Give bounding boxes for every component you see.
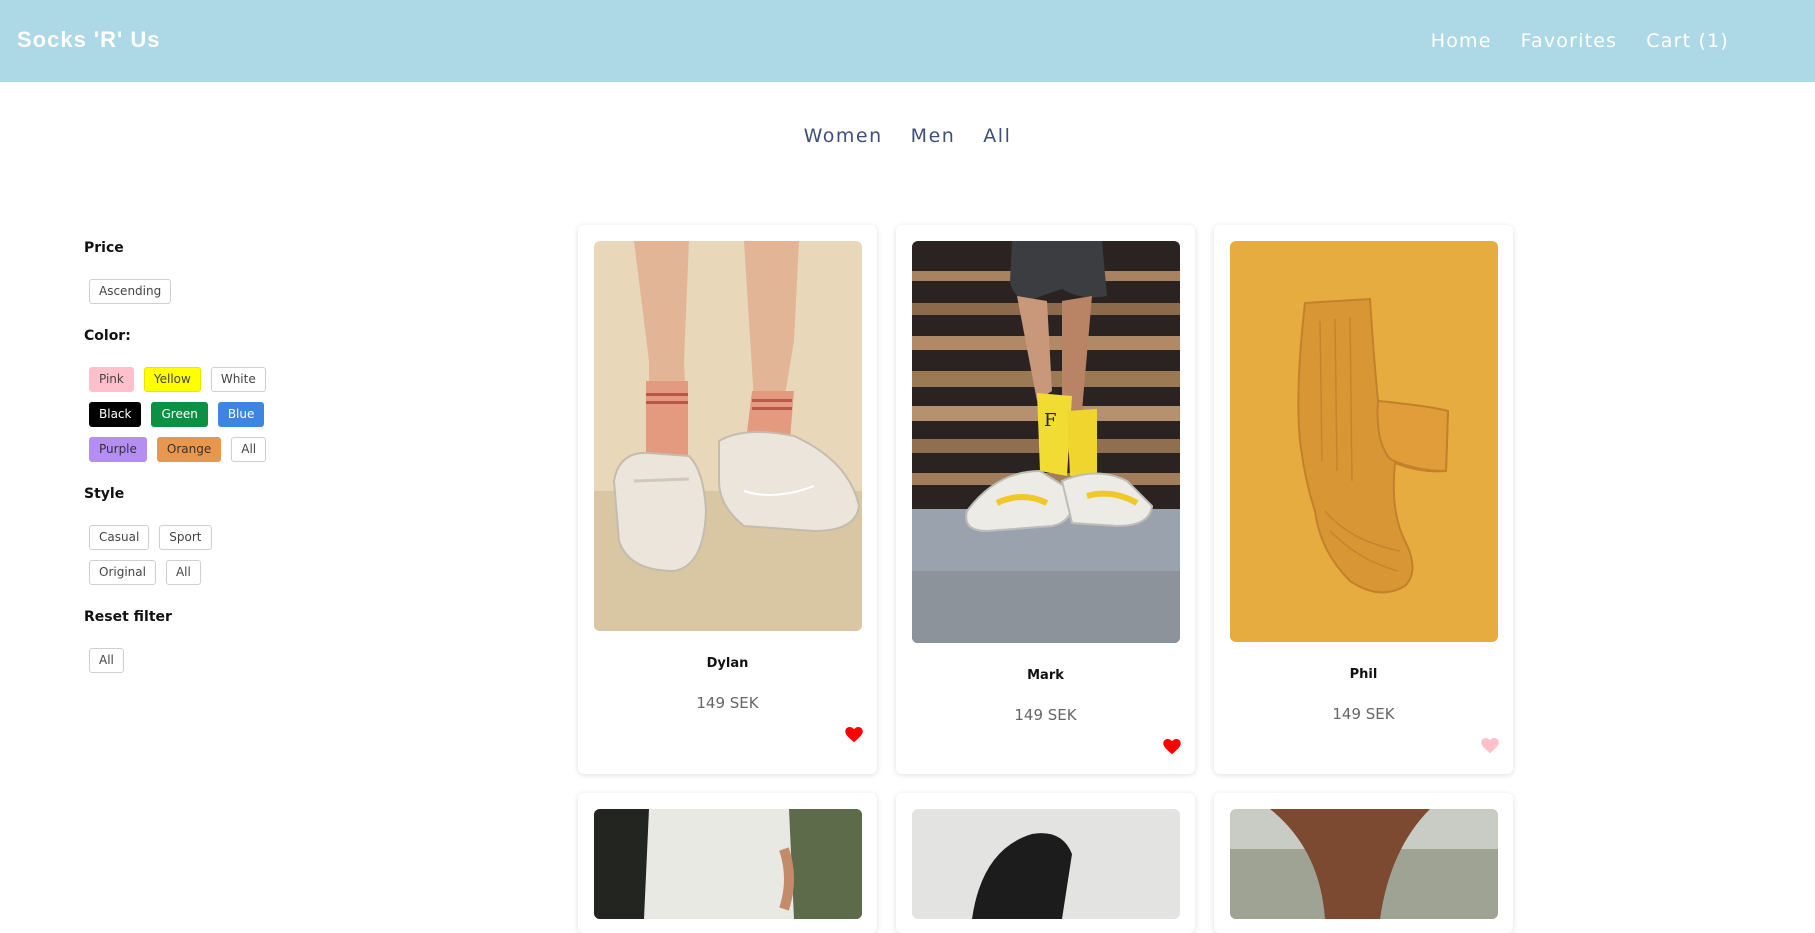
style-filter-row-1: Casual Sport — [84, 525, 344, 550]
product-photo-yellow-socks-sneakers: F — [912, 241, 1180, 643]
style-filter-row-2: Original All — [84, 560, 344, 585]
color-filter-row-2: Black Green Blue — [84, 402, 344, 427]
product-name: Phil — [1349, 667, 1378, 682]
product-image[interactable] — [1230, 241, 1498, 642]
product-photo-sneakers-pink-socks — [594, 241, 862, 631]
reset-all-button[interactable]: All — [89, 648, 124, 673]
product-card[interactable]: F Mark 149 SEK — [896, 225, 1195, 774]
color-purple-button[interactable]: Purple — [89, 437, 147, 462]
filter-sidebar: Price Ascending Color: Pink Yellow White… — [84, 240, 344, 673]
product-card[interactable]: Phil 149 SEK — [1214, 225, 1513, 774]
product-name: Dylan — [706, 656, 749, 671]
product-image[interactable] — [594, 809, 862, 919]
product-image[interactable] — [1230, 809, 1498, 919]
product-image[interactable] — [594, 241, 862, 631]
category-women-link[interactable]: Women — [804, 125, 883, 147]
color-black-button[interactable]: Black — [89, 402, 142, 427]
product-card[interactable] — [578, 793, 877, 933]
product-price: 149 SEK — [1332, 705, 1395, 723]
style-original-button[interactable]: Original — [89, 560, 156, 585]
color-blue-button[interactable]: Blue — [217, 402, 265, 427]
nav-cart-link[interactable]: Cart (1) — [1646, 30, 1729, 52]
color-yellow-button[interactable]: Yellow — [143, 367, 201, 392]
brand-logo-text[interactable]: Socks 'R' Us — [17, 27, 161, 53]
top-header: Socks 'R' Us Home Favorites Cart (1) — [0, 0, 1815, 82]
price-filter-title: Price — [84, 240, 124, 256]
style-all-button[interactable]: All — [165, 560, 201, 585]
favorite-heart-icon[interactable] — [845, 727, 863, 743]
product-photo-black-shoe — [912, 809, 1180, 919]
favorite-heart-icon[interactable] — [1163, 739, 1181, 755]
reset-filter-options: All — [84, 648, 344, 673]
color-white-button[interactable]: White — [210, 367, 266, 392]
category-men-link[interactable]: Men — [911, 125, 956, 147]
product-price: 149 SEK — [1014, 706, 1077, 724]
product-name: Mark — [1027, 668, 1064, 683]
top-nav: Home Favorites Cart (1) — [1431, 30, 1729, 52]
color-filter-title: Color: — [84, 328, 131, 344]
category-all-link[interactable]: All — [983, 125, 1011, 147]
nav-home-link[interactable]: Home — [1431, 30, 1492, 52]
product-photo-leg-outdoor — [1230, 809, 1498, 919]
color-filter-row-3: Purple Orange All — [84, 437, 344, 462]
color-green-button[interactable]: Green — [151, 402, 208, 427]
price-filter-options: Ascending — [84, 279, 344, 304]
product-photo-white-dress — [594, 809, 862, 919]
category-nav: Women Men All — [0, 125, 1815, 147]
nav-favorites-link[interactable]: Favorites — [1521, 30, 1618, 52]
svg-text:F: F — [1044, 410, 1057, 431]
product-image[interactable] — [912, 809, 1180, 919]
product-price: 149 SEK — [696, 694, 759, 712]
product-card[interactable]: Dylan 149 SEK — [578, 225, 877, 774]
color-orange-button[interactable]: Orange — [156, 437, 222, 462]
product-image[interactable]: F — [912, 241, 1180, 643]
color-all-button[interactable]: All — [231, 437, 267, 462]
style-casual-button[interactable]: Casual — [89, 525, 150, 550]
reset-filter-title: Reset filter — [84, 609, 172, 625]
style-filter-title: Style — [84, 486, 125, 502]
color-filter-row-1: Pink Yellow White — [84, 367, 344, 392]
product-card[interactable] — [1214, 793, 1513, 933]
style-sport-button[interactable]: Sport — [159, 525, 212, 550]
color-pink-button[interactable]: Pink — [89, 367, 134, 392]
product-photo-orange-knee-sock — [1230, 241, 1498, 642]
favorite-heart-icon[interactable] — [1481, 738, 1499, 754]
product-card[interactable] — [896, 793, 1195, 933]
price-ascending-button[interactable]: Ascending — [89, 279, 172, 304]
